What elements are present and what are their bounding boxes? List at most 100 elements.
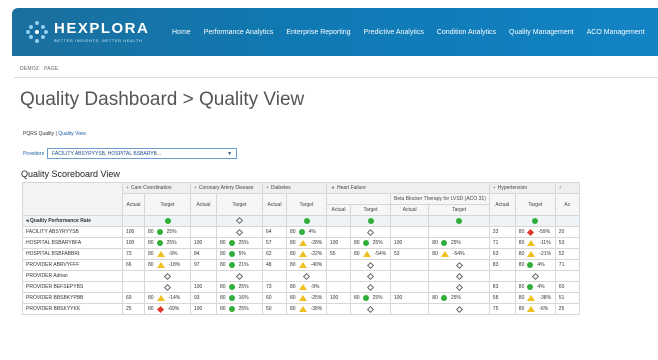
target-value: 80 bbox=[148, 251, 154, 257]
group-header[interactable]: + Coronary Artery Disease bbox=[190, 182, 263, 194]
logo-name: HEXPLORA bbox=[54, 20, 150, 37]
expand-toggle-icon[interactable]: + bbox=[126, 185, 129, 191]
expand-toggle-icon[interactable]: + bbox=[493, 185, 496, 191]
actual-cell bbox=[389, 270, 430, 282]
variance-value: -69% bbox=[167, 306, 180, 312]
expand-toggle-icon[interactable]: + bbox=[559, 185, 562, 191]
target-value: 80 bbox=[290, 295, 296, 301]
target-cell: 80 -14% bbox=[144, 292, 191, 304]
row-label[interactable]: PROVIDER ABRVYFFF bbox=[22, 259, 123, 271]
expand-toggle-icon[interactable]: ◄ bbox=[330, 185, 335, 191]
breadcrumb-root[interactable]: DEMOZ bbox=[20, 66, 39, 72]
status-red-diamond-icon bbox=[527, 228, 535, 236]
table-cell: 71 bbox=[554, 259, 580, 271]
row-label[interactable]: HOSPITAL BSBARYBFA bbox=[22, 237, 123, 249]
target-cell: 80 -59% bbox=[514, 226, 556, 238]
status-yellow-triangle-icon bbox=[298, 251, 307, 257]
target-cell: 80 25% bbox=[350, 292, 391, 304]
row-label[interactable]: PROVIDER BBSBKYPBB bbox=[22, 292, 123, 304]
target-cell-content: 80 25% bbox=[354, 240, 387, 246]
nav-enterprise-reporting[interactable]: Enterprise Reporting bbox=[286, 29, 350, 36]
actual-cell: 100 bbox=[190, 237, 217, 249]
status-yellow-triangle-icon bbox=[298, 240, 307, 246]
target-value: 80 bbox=[290, 262, 296, 268]
group-header[interactable]: ◄ Heart Failure bbox=[326, 182, 490, 194]
table-cell bbox=[286, 215, 327, 227]
nav-home[interactable]: Home bbox=[172, 29, 191, 36]
status-empty-diamond-icon bbox=[366, 283, 375, 291]
column-header: Actual bbox=[488, 193, 516, 216]
target-cell: 80 -69% bbox=[144, 303, 191, 315]
actual-cell bbox=[190, 226, 217, 238]
row-label[interactable]: PROVIDER BEFSEPYBS bbox=[22, 281, 123, 293]
expand-toggle-icon[interactable]: + bbox=[266, 185, 269, 191]
column-header: Target bbox=[286, 193, 327, 216]
target-cell-content: 80 -11% bbox=[519, 240, 552, 246]
status-yellow-triangle-icon bbox=[298, 284, 307, 290]
status-yellow-triangle-icon bbox=[298, 262, 307, 268]
variance-value: 25% bbox=[372, 240, 383, 246]
variance-value: -38% bbox=[310, 306, 323, 312]
nav-aco-management[interactable]: ACO Management bbox=[587, 29, 645, 36]
status-green-circle-icon bbox=[362, 240, 369, 246]
row-label[interactable]: HOSPITAL BSBFABBRI bbox=[22, 248, 123, 260]
column-header: Actual bbox=[122, 193, 145, 216]
target-cell-content: 80 -54% bbox=[432, 251, 486, 257]
expand-toggle-icon[interactable]: + bbox=[194, 185, 197, 191]
target-cell: 80 -54% bbox=[350, 248, 391, 260]
variance-value: 25% bbox=[166, 240, 177, 246]
target-cell-content: 80 25% bbox=[148, 229, 187, 235]
quality-view-link[interactable]: Quality View bbox=[58, 131, 86, 137]
nav-condition-analytics[interactable]: Condition Analytics bbox=[437, 29, 496, 36]
group-header[interactable]: + Hypertension bbox=[488, 182, 556, 194]
target-value: 80 bbox=[220, 251, 226, 257]
target-value: 80 bbox=[432, 251, 438, 257]
status-green-circle-icon bbox=[527, 284, 534, 290]
actual-cell: 100 bbox=[190, 303, 217, 315]
group-header[interactable]: + bbox=[554, 182, 580, 194]
nav-quality-management[interactable]: Quality Management bbox=[509, 29, 574, 36]
table-cell bbox=[350, 215, 391, 227]
hexplora-logo[interactable]: HEXPLORA BETTER INSIGHTS. BETTER HEALTH bbox=[26, 21, 158, 43]
provider-select[interactable]: FACILITY ABSYRYYSB, HOSPITAL BSBARYB... … bbox=[47, 148, 238, 159]
target-cell-content bbox=[432, 272, 486, 280]
target-cell-content: 80 25% bbox=[220, 284, 259, 290]
variance-value: -38% bbox=[539, 295, 552, 301]
target-cell-content bbox=[432, 261, 486, 269]
target-cell-content: 80 -22% bbox=[290, 251, 323, 257]
column-header: Actual bbox=[190, 193, 217, 216]
table-cell bbox=[190, 215, 217, 227]
group-header[interactable]: + Care Coordination bbox=[122, 182, 191, 194]
table-cell: 51 bbox=[554, 292, 580, 304]
target-cell: 80 21% bbox=[216, 259, 263, 271]
status-green-circle-icon bbox=[228, 262, 235, 268]
nav-predictive-analytics[interactable]: Predictive Analytics bbox=[364, 29, 424, 36]
group-header-label: Coronary Artery Disease bbox=[198, 185, 254, 191]
row-label[interactable]: PROVIDER Adrian bbox=[22, 270, 123, 282]
status-empty-diamond-icon bbox=[455, 272, 463, 280]
target-cell-content: 80 -9% bbox=[148, 251, 187, 257]
actual-cell: 100 bbox=[190, 281, 217, 293]
target-cell bbox=[428, 281, 490, 293]
target-value: 80 bbox=[290, 251, 296, 257]
status-empty-diamond-icon bbox=[302, 272, 311, 280]
row-label[interactable]: FACILITY ABSYRYYSB bbox=[22, 226, 123, 238]
variance-value: 5% bbox=[238, 251, 246, 257]
scoreboard-title: Quality Scoreboard View bbox=[21, 169, 120, 179]
actual-cell: 73 bbox=[122, 248, 145, 260]
target-value: 80 bbox=[354, 251, 360, 257]
target-cell bbox=[428, 270, 490, 282]
variance-value: -9% bbox=[310, 284, 320, 290]
table-cell bbox=[514, 215, 556, 227]
status-empty-diamond-icon bbox=[366, 261, 375, 269]
target-cell: 80 4% bbox=[286, 226, 327, 238]
group-header[interactable]: + Diabetes bbox=[262, 182, 327, 194]
row-label[interactable]: ◂ Quality Performance Rate bbox=[22, 215, 123, 227]
status-yellow-triangle-icon bbox=[156, 251, 165, 257]
nav-performance-analytics[interactable]: Performance Analytics bbox=[204, 29, 274, 36]
actual-cell: 100 bbox=[122, 237, 145, 249]
target-cell-content bbox=[519, 272, 552, 280]
table-cell: 20 bbox=[554, 226, 580, 238]
row-label[interactable]: PROVIDER BBSKYYKK bbox=[22, 303, 123, 315]
status-green-circle-icon bbox=[228, 251, 235, 257]
